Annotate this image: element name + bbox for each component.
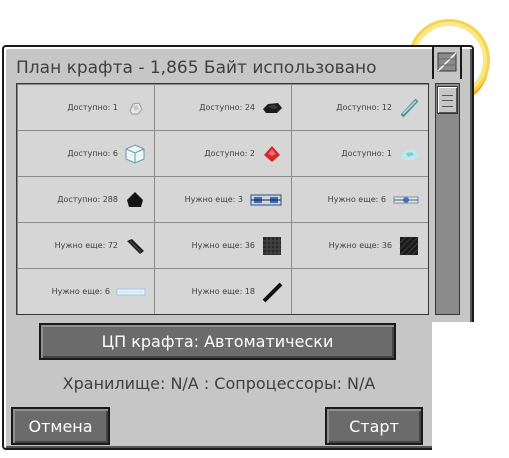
item-cell[interactable]: Нужно еще: 3 — [155, 177, 291, 222]
item-cell[interactable]: Нужно еще: 6 — [292, 177, 428, 222]
item-cell[interactable]: Доступно: 6 — [18, 131, 154, 176]
glass-rod-icon — [400, 98, 419, 117]
carbon-mesh-icon — [263, 236, 281, 255]
item-label: Доступно: 6 — [67, 149, 118, 158]
item-cell[interactable]: Доступно: 288 — [18, 177, 154, 222]
item-cell[interactable]: Доступно: 2 — [155, 131, 291, 176]
item-cell[interactable]: Нужно еще: 36 — [155, 223, 291, 268]
item-cell[interactable]: Доступно: 1 — [18, 85, 154, 130]
item-cell[interactable]: Нужно еще: 18 — [155, 269, 291, 314]
black-rod-icon — [262, 282, 283, 302]
item-label: Нужно еще: 36 — [191, 241, 255, 250]
storage-status: Хранилище: N/A : Сопроцессоры: N/A — [62, 374, 376, 393]
crafting-cpu-selector[interactable]: ЦП крафта: Автоматически — [39, 323, 396, 360]
item-label: Доступно: 24 — [199, 103, 255, 112]
item-label: Нужно еще: 6 — [51, 287, 110, 296]
coal-icon — [263, 102, 282, 113]
item-label: Нужно еще: 3 — [184, 195, 243, 204]
item-label: Доступно: 1 — [341, 149, 392, 158]
scrollbar-track[interactable] — [435, 83, 460, 315]
crafting-grid-icon — [437, 52, 457, 72]
item-cell[interactable]: Доступно: 12 — [292, 85, 428, 130]
item-grid: Доступно: 1 Доступно: 24 Доступно: 12 До… — [16, 83, 429, 315]
start-button[interactable]: Старт — [325, 407, 423, 445]
item-label: Нужно еще: 6 — [327, 195, 386, 204]
processor-icon — [250, 194, 282, 205]
item-cell[interactable]: Нужно еще: 72 — [18, 223, 154, 268]
coal-dust-icon — [127, 191, 143, 207]
cancel-button[interactable]: Отмена — [11, 407, 110, 445]
grip-icon — [442, 95, 453, 107]
iron-nugget-icon — [129, 101, 143, 114]
item-label: Нужно еще: 36 — [328, 241, 392, 250]
item-cell[interactable]: Нужно еще: 6 — [18, 269, 154, 314]
item-cell[interactable]: Доступно: 1 — [292, 131, 428, 176]
item-cell[interactable]: Доступно: 24 — [155, 85, 291, 130]
view-toggle-tab[interactable] — [432, 45, 462, 79]
glass-block-icon — [125, 143, 145, 164]
circuit-icon — [393, 196, 419, 203]
diamond-dust-icon — [400, 148, 419, 160]
panel-edge — [432, 322, 476, 452]
carbon-fiber-icon — [127, 238, 144, 254]
item-label: Нужно еще: 72 — [54, 241, 118, 250]
redstone-icon — [264, 145, 280, 162]
carbon-plate-icon — [399, 236, 419, 255]
window-title: План крафта - 1,865 Байт использовано — [16, 58, 377, 78]
empty-cell — [292, 269, 428, 314]
glass-pane-icon — [116, 288, 146, 295]
item-cell[interactable]: Нужно еще: 36 — [292, 223, 428, 268]
item-label: Доступно: 288 — [57, 195, 118, 204]
item-label: Доступно: 2 — [204, 149, 255, 158]
scrollbar-thumb[interactable] — [437, 86, 458, 114]
item-label: Доступно: 12 — [336, 103, 392, 112]
item-label: Доступно: 1 — [67, 103, 118, 112]
item-label: Нужно еще: 18 — [191, 287, 255, 296]
